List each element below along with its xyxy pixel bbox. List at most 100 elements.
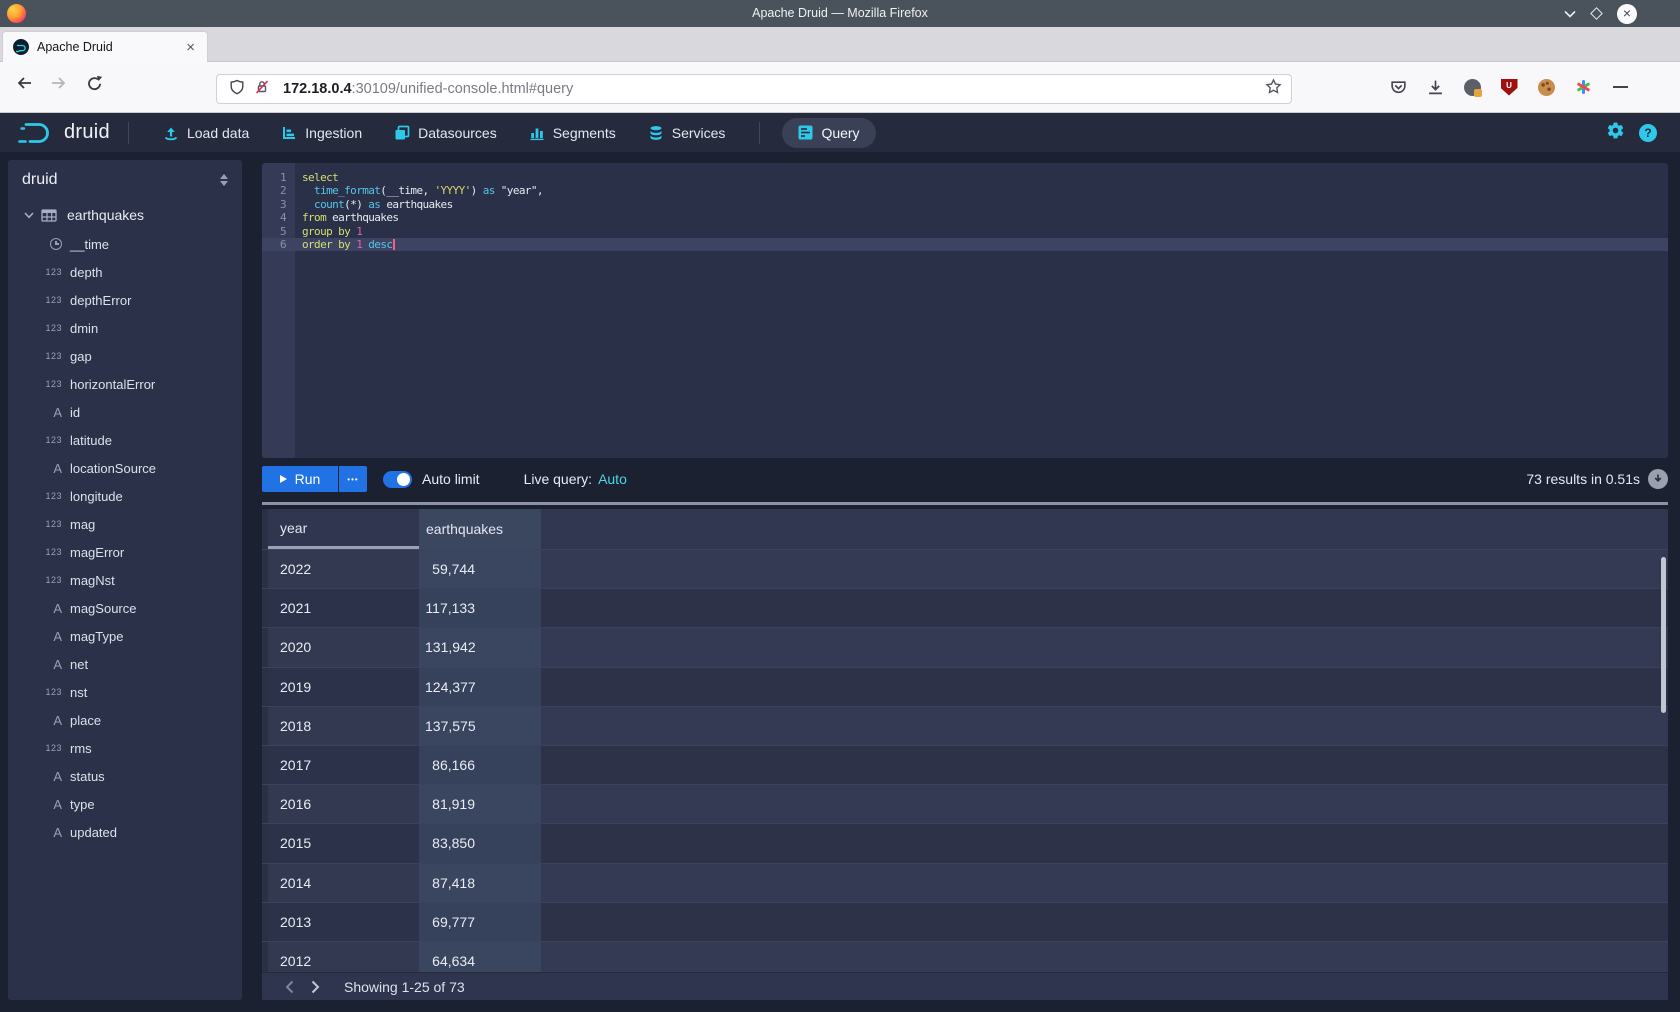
- cell-year[interactable]: 2019: [268, 668, 419, 706]
- cell-earthquakes[interactable]: 137,575: [419, 707, 541, 745]
- cell-earthquakes[interactable]: 86,166: [419, 746, 541, 784]
- cell-year[interactable]: 2013: [268, 903, 419, 941]
- sidebar-column-item[interactable]: A magType: [8, 622, 242, 650]
- help-icon[interactable]: ?: [1639, 124, 1657, 142]
- sidebar-column-item[interactable]: 123 dmin: [8, 314, 242, 342]
- downloads-icon[interactable]: [1425, 77, 1445, 97]
- nav-query[interactable]: Query: [782, 118, 875, 148]
- maximize-icon[interactable]: [1590, 7, 1603, 20]
- druid-brand[interactable]: druid: [16, 120, 110, 146]
- cell-earthquakes[interactable]: 69,777: [419, 903, 541, 941]
- double-caret-icon[interactable]: [220, 174, 228, 186]
- schema-selector[interactable]: druid: [8, 160, 242, 200]
- privacy-extension-icon[interactable]: [1462, 77, 1482, 97]
- cell-earthquakes[interactable]: 117,133: [419, 589, 541, 627]
- nav-services[interactable]: Services: [632, 113, 742, 152]
- sidebar-column-item[interactable]: 123 depth: [8, 258, 242, 286]
- sidebar-column-item[interactable]: A place: [8, 706, 242, 734]
- bookmark-star-icon[interactable]: [1265, 78, 1282, 100]
- insecure-lock-icon[interactable]: [254, 79, 270, 100]
- sidebar-column-item[interactable]: 123 magNst: [8, 566, 242, 594]
- table-row[interactable]: 2019 124,377: [262, 667, 1668, 706]
- column-header-earthquakes[interactable]: earthquakes: [419, 509, 541, 549]
- auto-limit-toggle[interactable]: [383, 471, 412, 488]
- cell-earthquakes[interactable]: 131,942: [419, 628, 541, 666]
- auto-limit-label[interactable]: Auto limit: [422, 471, 480, 487]
- sidebar-column-item[interactable]: 123 magError: [8, 538, 242, 566]
- panel-resize-handle[interactable]: [262, 502, 1668, 505]
- cell-earthquakes[interactable]: 83,850: [419, 824, 541, 862]
- next-page-icon[interactable]: [302, 975, 328, 999]
- table-row[interactable]: 2020 131,942: [262, 627, 1668, 666]
- sidebar-column-item[interactable]: A type: [8, 790, 242, 818]
- live-query-value[interactable]: Auto: [598, 471, 627, 487]
- cell-year[interactable]: 2015: [268, 824, 419, 862]
- sidebar-column-item[interactable]: A locationSource: [8, 454, 242, 482]
- settings-gear-icon[interactable]: [1606, 121, 1625, 145]
- pocket-icon[interactable]: [1388, 77, 1408, 97]
- table-row[interactable]: 2021 117,133: [262, 588, 1668, 627]
- cell-year[interactable]: 2020: [268, 628, 419, 666]
- line-number: 6: [262, 238, 295, 251]
- cell-year[interactable]: 2014: [268, 864, 419, 902]
- sidebar-column-item[interactable]: 123 horizontalError: [8, 370, 242, 398]
- column-label: latitude: [70, 433, 112, 448]
- nav-ingestion[interactable]: Ingestion: [265, 113, 378, 152]
- run-button[interactable]: Run: [262, 466, 338, 492]
- close-window-icon[interactable]: ×: [1617, 4, 1637, 24]
- cell-earthquakes[interactable]: 124,377: [419, 668, 541, 706]
- reload-button[interactable]: [82, 75, 106, 99]
- sidebar-column-item[interactable]: __time: [8, 230, 242, 258]
- run-more-button[interactable]: •••: [339, 466, 367, 492]
- table-row[interactable]: 2018 137,575: [262, 706, 1668, 745]
- minimize-icon[interactable]: [1564, 10, 1576, 18]
- cell-year[interactable]: 2021: [268, 589, 419, 627]
- nav-datasources[interactable]: Datasources: [378, 113, 513, 152]
- url-bar[interactable]: 172.18.0.4:30109/unified-console.html#qu…: [216, 74, 1292, 104]
- sidebar-column-item[interactable]: 123 rms: [8, 734, 242, 762]
- sidebar-column-item[interactable]: A status: [8, 762, 242, 790]
- forward-button[interactable]: [46, 75, 70, 99]
- sidebar-table-earthquakes[interactable]: earthquakes: [8, 200, 242, 230]
- table-row[interactable]: 2015 83,850: [262, 823, 1668, 862]
- table-row[interactable]: 2022 59,744: [262, 549, 1668, 588]
- table-row[interactable]: 2014 87,418: [262, 863, 1668, 902]
- ublock-extension-icon[interactable]: U: [1499, 77, 1519, 97]
- sidebar-column-item[interactable]: 123 latitude: [8, 426, 242, 454]
- sidebar-column-item[interactable]: A magSource: [8, 594, 242, 622]
- sidebar-column-item[interactable]: A id: [8, 398, 242, 426]
- cookie-extension-icon[interactable]: [1536, 77, 1556, 97]
- sidebar-column-item[interactable]: 123 nst: [8, 678, 242, 706]
- nav-load-data[interactable]: Load data: [147, 113, 265, 152]
- nav-segments[interactable]: Segments: [513, 113, 632, 152]
- cell-earthquakes[interactable]: 81,919: [419, 785, 541, 823]
- tab-close-icon[interactable]: ×: [184, 39, 197, 56]
- cell-earthquakes[interactable]: 59,744: [419, 550, 541, 588]
- sidebar-column-item[interactable]: 123 mag: [8, 510, 242, 538]
- table-scrollbar-thumb[interactable]: [1661, 557, 1666, 713]
- asterisk-extension-icon[interactable]: [1573, 77, 1593, 97]
- prev-page-icon[interactable]: [276, 975, 302, 999]
- sidebar-column-item[interactable]: A net: [8, 650, 242, 678]
- sql-editor[interactable]: 1select 2 time_format(__time, 'YYYY') as…: [262, 163, 1668, 458]
- cell-year[interactable]: 2018: [268, 707, 419, 745]
- cell-year[interactable]: 2017: [268, 746, 419, 784]
- cell-year[interactable]: 2022: [268, 550, 419, 588]
- table-row[interactable]: 2013 69,777: [262, 902, 1668, 941]
- cell-year[interactable]: 2016: [268, 785, 419, 823]
- sidebar-column-item[interactable]: 123 depthError: [8, 286, 242, 314]
- tracking-shield-icon[interactable]: [229, 79, 245, 100]
- back-button[interactable]: [12, 75, 36, 99]
- sidebar-column-item[interactable]: 123 longitude: [8, 482, 242, 510]
- menu-icon[interactable]: [1610, 77, 1630, 97]
- sql-code[interactable]: 1select 2 time_format(__time, 'YYYY') as…: [262, 163, 1668, 251]
- sidebar-column-item[interactable]: A updated: [8, 818, 242, 846]
- cell-earthquakes[interactable]: 87,418: [419, 864, 541, 902]
- text-cursor: [393, 239, 395, 250]
- table-row[interactable]: 2016 81,919: [262, 784, 1668, 823]
- browser-tab[interactable]: Apache Druid ×: [2, 31, 208, 62]
- table-row[interactable]: 2017 86,166: [262, 745, 1668, 784]
- sidebar-column-item[interactable]: 123 gap: [8, 342, 242, 370]
- column-header-year[interactable]: year: [268, 509, 419, 549]
- download-results-icon[interactable]: [1648, 469, 1668, 489]
